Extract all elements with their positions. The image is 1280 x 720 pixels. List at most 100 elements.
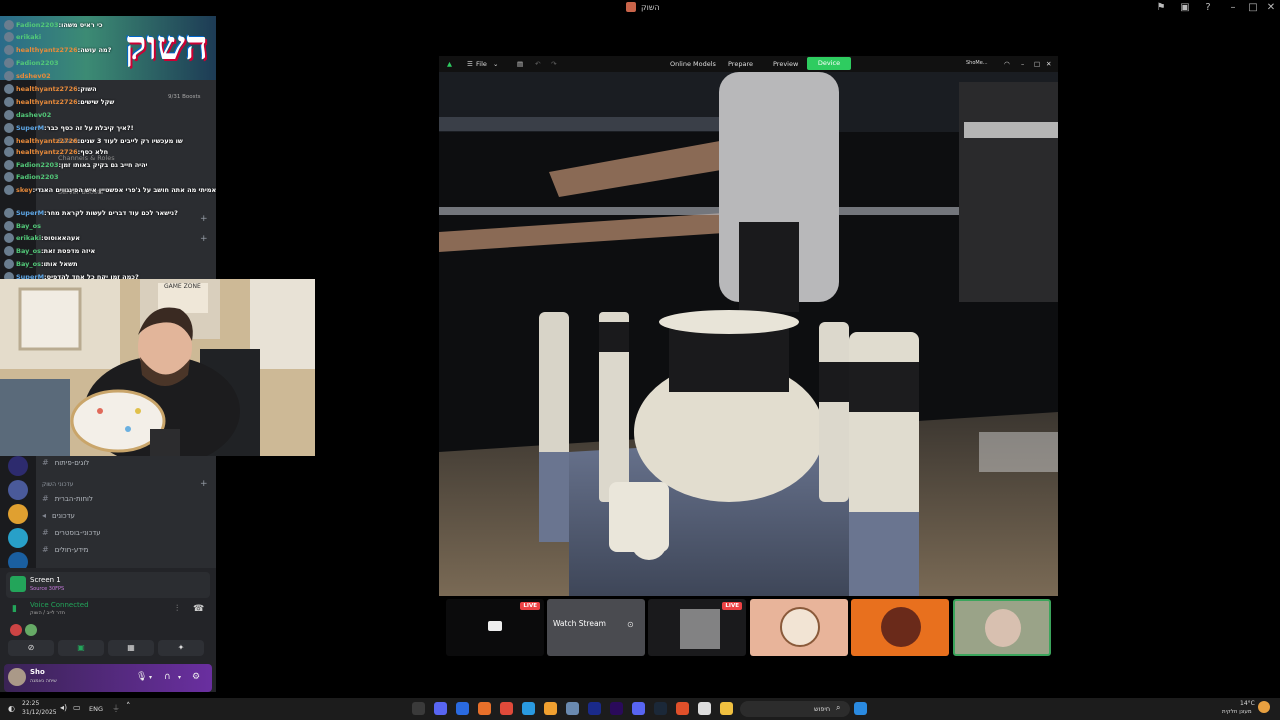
- undo-icon[interactable]: ↶: [535, 60, 540, 68]
- server-icon[interactable]: [8, 528, 28, 548]
- server-icon[interactable]: [8, 504, 28, 524]
- camera-off-button[interactable]: ⊘: [8, 640, 54, 656]
- pin-icon[interactable]: ⚑: [1156, 3, 1166, 13]
- chat-username[interactable]: Fadion2203: [16, 159, 59, 171]
- chat-avatar[interactable]: [4, 110, 14, 120]
- search-box[interactable]: חיפוש ⌕: [740, 701, 850, 717]
- chat-username[interactable]: Fadion2203: [16, 171, 59, 183]
- tab-prepare[interactable]: Prepare: [728, 60, 753, 68]
- noise-icon[interactable]: ⫶: [176, 604, 178, 614]
- weather-icon[interactable]: [1258, 701, 1270, 713]
- chat-username[interactable]: skey: [16, 184, 33, 196]
- mic-icon[interactable]: ⏚: [112, 703, 120, 714]
- settings-gear-icon[interactable]: ⚙: [192, 672, 200, 682]
- chat-avatar[interactable]: [4, 84, 14, 94]
- headset-icon[interactable]: ◠: [1004, 60, 1010, 68]
- taskbar-app-icon[interactable]: [412, 702, 425, 715]
- save-icon[interactable]: ▤: [517, 60, 523, 68]
- chat-avatar[interactable]: [4, 221, 14, 231]
- soundboard-button[interactable]: ✦: [158, 640, 204, 656]
- account-label[interactable]: ShoMe...: [966, 60, 988, 66]
- close-icon[interactable]: ✕: [1266, 3, 1276, 13]
- popout-icon[interactable]: ⊙: [627, 620, 634, 629]
- stream-tile[interactable]: LIVE: [446, 599, 544, 656]
- screen-share-tile[interactable]: Screen 1 Source 30FPS: [6, 572, 210, 598]
- participant-avatar[interactable]: [25, 624, 37, 636]
- chat-username[interactable]: sdshev02: [16, 70, 51, 82]
- chat-username[interactable]: SuperM: [16, 207, 44, 219]
- server-icon[interactable]: [8, 480, 28, 500]
- chat-avatar[interactable]: [4, 160, 14, 170]
- watch-stream-tile[interactable]: Watch Stream ⊙: [547, 599, 645, 656]
- watch-stream-button[interactable]: Watch Stream: [553, 619, 606, 628]
- chevron-down-icon[interactable]: ▾: [178, 674, 181, 681]
- participant-tile[interactable]: [750, 599, 848, 656]
- chat-avatar[interactable]: [4, 71, 14, 81]
- channel-item[interactable]: # עדכוני-בוסטרים: [42, 526, 101, 540]
- close-icon[interactable]: ✕: [1046, 60, 1051, 68]
- windows-start-icon[interactable]: [854, 702, 867, 715]
- chat-avatar[interactable]: [4, 246, 14, 256]
- help-icon[interactable]: ?: [1203, 3, 1213, 13]
- chat-username[interactable]: healthyantz2726: [16, 83, 78, 95]
- chat-avatar[interactable]: [4, 136, 14, 146]
- taskbar-app-icon[interactable]: [720, 702, 733, 715]
- file-menu[interactable]: File: [476, 60, 487, 68]
- chevron-down-icon[interactable]: ⌄: [493, 60, 498, 68]
- voice-channel-name[interactable]: חדר לייב / השוק: [30, 610, 65, 616]
- channel-item[interactable]: # לוגים-פיתוח: [42, 456, 89, 470]
- chat-avatar[interactable]: [4, 32, 14, 42]
- taskbar-app-icon[interactable]: [456, 702, 469, 715]
- add-channel-icon[interactable]: +: [200, 479, 208, 489]
- language-indicator[interactable]: ENG: [89, 705, 103, 713]
- chat-username[interactable]: Bay_os: [16, 220, 41, 232]
- chevron-up-icon[interactable]: ˄: [126, 702, 131, 712]
- share-screen-button[interactable]: ▣: [58, 640, 104, 656]
- taskbar-app-icon[interactable]: [588, 702, 601, 715]
- taskbar-app-icon[interactable]: [698, 702, 711, 715]
- chat-username[interactable]: healthyantz2726: [16, 44, 78, 56]
- chevron-down-icon[interactable]: ▾: [149, 674, 152, 681]
- channel-category[interactable]: עדכוני השוק: [42, 481, 74, 488]
- chat-avatar[interactable]: [4, 20, 14, 30]
- chat-username[interactable]: erikaki: [16, 31, 41, 43]
- weather-temp[interactable]: 14°C: [1240, 700, 1255, 707]
- chat-username[interactable]: healthyantz2726: [16, 146, 78, 158]
- chat-avatar[interactable]: [4, 185, 14, 195]
- chat-username[interactable]: Fadion2203: [16, 57, 59, 69]
- weather-desc[interactable]: מעונן חלקית: [1222, 709, 1252, 715]
- chat-avatar[interactable]: [4, 123, 14, 133]
- taskbar-app-icon[interactable]: [500, 702, 513, 715]
- taskbar-app-icon-discord[interactable]: [632, 702, 645, 715]
- stream-tile[interactable]: LIVE: [648, 599, 746, 656]
- participant-avatar[interactable]: [10, 624, 22, 636]
- disconnect-icon[interactable]: ☎: [193, 604, 204, 614]
- mic-icon[interactable]: 🎙: [136, 672, 147, 682]
- taskbar-app-icon[interactable]: [522, 702, 535, 715]
- notification-icon[interactable]: ◐: [8, 704, 15, 713]
- redo-icon[interactable]: ↷: [551, 60, 556, 68]
- activities-button[interactable]: ▦: [108, 640, 154, 656]
- chat-username[interactable]: erikaki: [16, 232, 41, 244]
- chat-username[interactable]: SuperM: [16, 122, 44, 134]
- signal-icon[interactable]: ▮: [12, 604, 22, 614]
- maximize-icon[interactable]: □: [1248, 3, 1258, 13]
- participant-tile-speaking[interactable]: [953, 599, 1051, 656]
- add-channel-icon[interactable]: +: [200, 234, 208, 244]
- avatar[interactable]: [8, 668, 26, 686]
- menu-icon[interactable]: ☰: [467, 60, 473, 68]
- channel-item[interactable]: # לוחות-הברית: [42, 492, 93, 506]
- taskbar-app-icon[interactable]: [566, 702, 579, 715]
- add-channel-icon[interactable]: +: [200, 214, 208, 224]
- chat-username[interactable]: Bay_os: [16, 245, 41, 257]
- maximize-icon[interactable]: □: [1034, 60, 1040, 68]
- tab-preview[interactable]: Preview: [773, 60, 798, 68]
- chat-username[interactable]: healthyantz2726: [16, 96, 78, 108]
- taskbar-app-icon[interactable]: [478, 702, 491, 715]
- chat-avatar[interactable]: [4, 233, 14, 243]
- chat-avatar[interactable]: [4, 208, 14, 218]
- taskbar-app-icon[interactable]: [676, 702, 689, 715]
- chat-username[interactable]: dashev02: [16, 109, 51, 121]
- tab-online-models[interactable]: Online Models: [670, 60, 716, 68]
- participant-tile[interactable]: [851, 599, 949, 656]
